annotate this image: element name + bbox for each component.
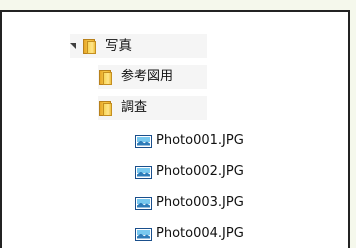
tree-node-label: 参考図用 — [121, 69, 174, 84]
file-label: Photo001.JPG — [156, 133, 244, 148]
tree-node-photos[interactable]: 写真 — [70, 34, 207, 58]
tree-file-photo004[interactable]: Photo004.JPG — [135, 222, 275, 246]
image-file-icon — [135, 134, 152, 148]
image-file-icon — [135, 227, 152, 241]
tree-file-photo002[interactable]: Photo002.JPG — [135, 160, 275, 184]
file-label: Photo003.JPG — [156, 195, 244, 210]
image-file-icon — [135, 196, 152, 210]
tree-node-reference-figures[interactable]: 参考図用 — [98, 65, 207, 89]
file-label: Photo004.JPG — [156, 226, 244, 241]
folder-icon — [98, 100, 113, 117]
tree-panel: 写真 参考図用 調査 Photo001.JPG Photo002.JPG Pho… — [0, 10, 350, 248]
tree-node-label: 写真 — [105, 38, 132, 54]
folder-tree: 写真 参考図用 調査 Photo001.JPG Photo002.JPG Pho… — [2, 12, 348, 248]
folder-icon — [82, 38, 97, 55]
image-file-icon — [135, 165, 152, 179]
tree-node-survey[interactable]: 調査 — [98, 96, 207, 120]
folder-icon — [98, 69, 113, 86]
file-label: Photo002.JPG — [156, 164, 244, 179]
tree-node-label: 調査 — [121, 100, 148, 115]
tree-file-photo003[interactable]: Photo003.JPG — [135, 191, 275, 215]
expanded-arrow-icon[interactable] — [70, 42, 78, 50]
tree-file-photo001[interactable]: Photo001.JPG — [135, 129, 275, 153]
